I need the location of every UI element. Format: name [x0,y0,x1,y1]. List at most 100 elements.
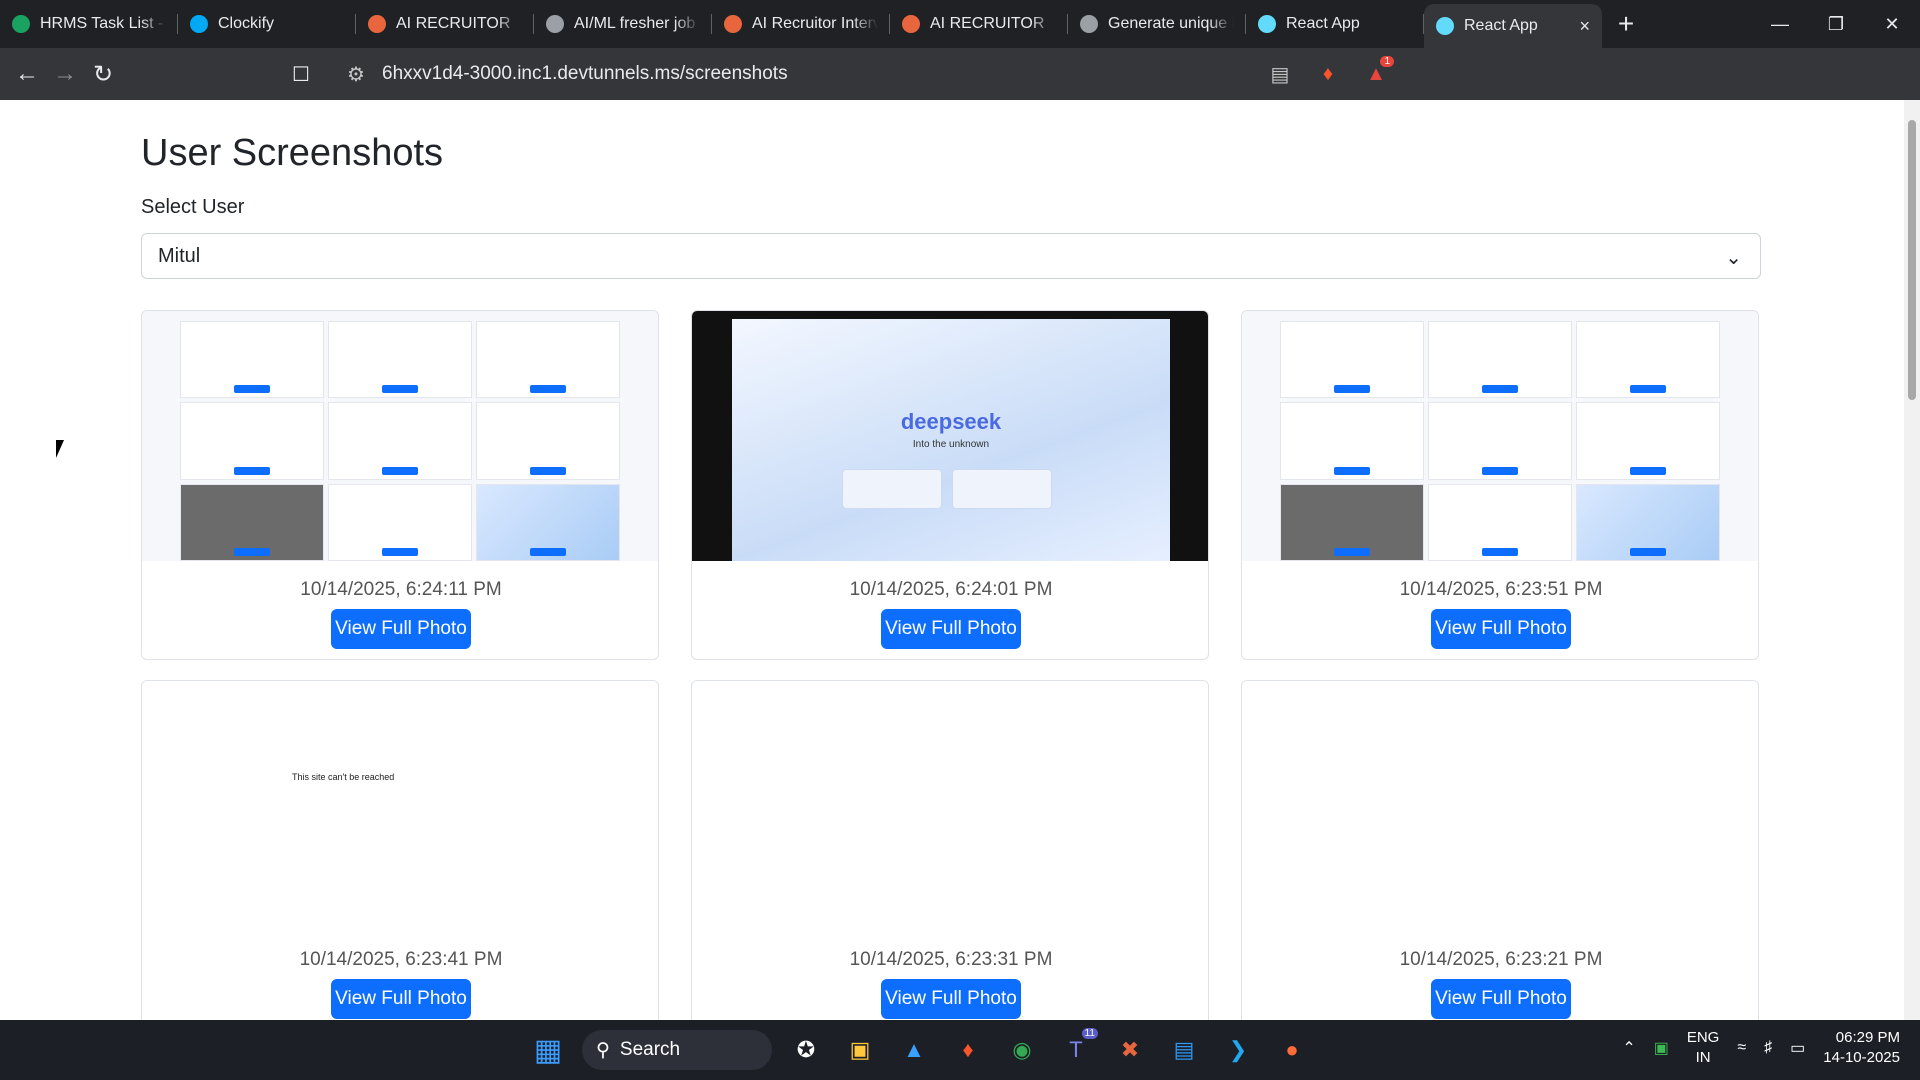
brave-rewards-icon[interactable]: ▲ 1 [1362,56,1394,88]
error-page-title: This site can't be reached [292,772,395,782]
thumbnail-button-shape [234,385,270,394]
screenshot-thumbnail[interactable]: deepseek Into the unknown [692,311,1208,561]
address-bar[interactable]: ⚙ 6hxxv1d4-3000.inc1.devtunnels.ms/scree… [336,54,1400,94]
deepseek-logo: deepseek [900,409,1002,434]
taskbar-search-label: Search [619,1039,681,1060]
screenshot-card: deepseek Into the unknown 10/14/2025, 6:24… [691,310,1209,660]
close-window-icon[interactable]: ✕ [1864,0,1920,48]
cast-icon[interactable]: ▤ [1266,60,1294,88]
clockify-icon [190,15,208,33]
browser-tab[interactable]: AI RECRUITOR [356,0,534,48]
thumbnail-button-shape [1630,466,1666,475]
new-tab-button[interactable]: + [1602,0,1650,48]
thumbnail-cell [1428,321,1572,399]
thumbnail-cell [180,321,324,399]
vscode-icon[interactable]: ❯ [1218,1030,1258,1070]
minimize-icon[interactable]: — [1752,0,1808,48]
browser-tab[interactable]: AI/ML fresher job [534,0,712,48]
brave-shields-icon[interactable]: ♦ [1314,60,1342,88]
view-full-photo-button[interactable]: View Full Photo [1431,609,1571,649]
chrome-icon[interactable]: ◉ [1002,1030,1042,1070]
browser-tab[interactable]: React App [1246,0,1424,48]
thumbnail-button-shape [1482,385,1518,394]
view-full-photo-button[interactable]: View Full Photo [331,609,471,649]
thumbnail-button-shape [1334,548,1370,556]
thumbnail-cell [1576,483,1720,561]
xampp-icon[interactable]: ✖ [1110,1030,1150,1070]
windows-taskbar: ▦ ⚲ Search ✪ ▣ ▲ ♦ ◉ T 11 ✖ ▤ ❯ ● ⌃ ▣ EN… [0,1020,1920,1080]
restore-icon[interactable]: ❐ [1808,0,1864,48]
screenshot-thumbnail[interactable] [1242,681,1758,931]
reload-icon[interactable]: ↻ [84,55,122,93]
thumbnail-button-shape [530,548,566,556]
thumbnail-cell [476,483,620,561]
thumbnail-button-shape [1630,548,1666,556]
bookmark-icon[interactable]: ☐ [282,55,320,93]
screenshot-timestamp: 10/14/2025, 6:24:01 PM [849,579,1053,600]
clock[interactable]: 06:29 PM 14-10-2025 [1823,1028,1900,1068]
selected-user-value: Mitul [158,244,201,267]
brave-browser-icon[interactable]: ♦ [948,1030,988,1070]
user-select[interactable]: Mitul ⌄ [141,233,1761,279]
copilot-icon[interactable]: ✪ [786,1030,826,1070]
screenshot-thumbnail[interactable] [692,681,1208,931]
browser-tab[interactable]: Generate unique ir [1068,0,1246,48]
view-full-photo-button[interactable]: View Full Photo [881,609,1021,649]
browser-tab[interactable]: AI Recruitor Interv [712,0,890,48]
url-text: 6hxxv1d4-3000.inc1.devtunnels.ms/screens… [382,63,788,84]
chevron-up-icon[interactable]: ⌃ [1622,1038,1635,1058]
tab-label: AI/ML fresher job [574,15,696,32]
thumbnail-grid [180,321,620,561]
view-full-photo-button[interactable]: View Full Photo [331,979,471,1019]
screenshot-timestamp: 10/14/2025, 6:23:31 PM [849,949,1053,970]
flame-icon [368,15,386,33]
windows-start-icon[interactable]: ▦ [528,1030,568,1070]
teams-badge: 11 [1081,1028,1098,1039]
language-bottom: IN [1695,1049,1711,1066]
view-full-photo-button[interactable]: View Full Photo [1431,979,1571,1019]
mouse-cursor [56,440,70,458]
postman-icon[interactable]: ● [1272,1030,1312,1070]
close-tab-icon[interactable]: × [1579,16,1590,37]
app-tray-icon[interactable]: ▣ [1654,1038,1669,1058]
azure-data-studio-icon[interactable]: ▲ [894,1030,934,1070]
language-indicator[interactable]: ENG IN [1687,1028,1720,1068]
screenshot-timestamp: 10/14/2025, 6:24:11 PM [300,579,502,600]
thumbnail-cell [1576,402,1720,480]
browser-tab[interactable]: Clockify [178,0,356,48]
flame-icon [902,15,920,33]
screenshot-timestamp: 10/14/2025, 6:23:41 PM [299,949,503,970]
screenshot-thumbnail[interactable] [142,311,658,561]
browser-tab[interactable]: React App × [1424,4,1602,48]
browser-tab[interactable]: AI RECRUITOR [890,0,1068,48]
taskbar-search[interactable]: ⚲ Search [582,1030,772,1070]
screenshot-timestamp: 10/14/2025, 6:23:21 PM [1399,949,1603,970]
thumbnail-button-shape [1630,385,1666,394]
notepad-icon[interactable]: ▤ [1164,1030,1204,1070]
view-full-photo-button[interactable]: View Full Photo [881,979,1021,1019]
forward-icon[interactable]: → [46,55,84,93]
react-icon [1436,17,1454,35]
thumbnail-cell [1576,321,1720,399]
plus-circle-icon [12,15,30,33]
teams-icon[interactable]: T 11 [1056,1028,1098,1070]
file-explorer-icon[interactable]: ▣ [840,1030,880,1070]
screenshot-thumbnail[interactable] [1242,311,1758,561]
scrollbar-thumb[interactable] [1908,120,1916,400]
page-scrollbar[interactable] [1904,100,1920,1020]
thumbnail-cell [1280,402,1424,480]
back-icon[interactable]: ← [8,55,46,93]
volume-icon[interactable]: ♯ [1764,1039,1772,1057]
site-info-icon[interactable]: ⚙ [342,60,370,88]
thumbnail-cell [1428,483,1572,561]
thumbnail-button-shape [234,466,270,475]
openai-icon [1080,15,1098,33]
battery-icon[interactable]: ▭ [1790,1038,1805,1058]
screenshot-thumbnail[interactable]: This site can't be reached [142,681,658,931]
screenshot-timestamp: 10/14/2025, 6:23:51 PM [1399,579,1603,600]
wifi-icon[interactable]: ≈ [1737,1039,1746,1057]
deepseek-tagline: Into the unknown [912,439,990,450]
thumbnail-cell [180,402,324,480]
browser-tab[interactable]: HRMS Task List - C [0,0,178,48]
thumbnail-cell [328,483,472,561]
